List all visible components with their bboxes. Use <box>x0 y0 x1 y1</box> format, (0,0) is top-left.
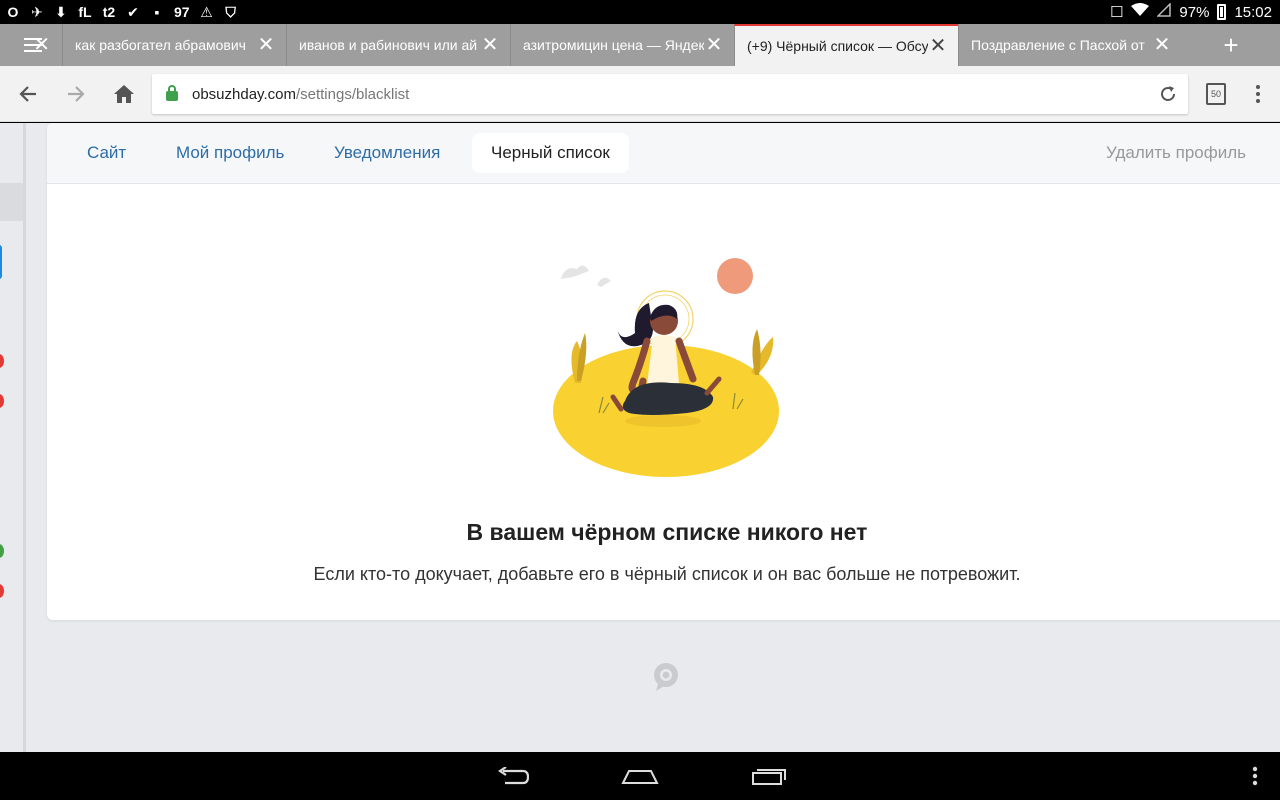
settings-card: Сайт Мой профиль Уведомления Черный спис… <box>47 123 1280 620</box>
notification-icon-7: 97 <box>174 4 190 20</box>
home-button[interactable] <box>110 80 138 108</box>
tab-switcher-area: ✕ <box>0 24 62 66</box>
tab-1[interactable]: иванов и рабинович или ай ✕ <box>286 24 510 66</box>
address-bar[interactable]: obsuzhday.com/settings/blacklist <box>152 74 1188 114</box>
loading-spinner-icon <box>654 663 678 691</box>
back-button[interactable] <box>14 80 42 108</box>
nav-home-button[interactable] <box>621 764 659 788</box>
sidebar-badge-red <box>0 354 4 368</box>
notification-icon-4: t2 <box>102 4 116 20</box>
new-tab-button[interactable]: + <box>1182 24 1280 66</box>
url-host: obsuzhday.com <box>192 85 296 103</box>
notification-icon-5: ✔ <box>127 3 139 20</box>
home-outline-icon <box>621 770 659 784</box>
home-icon <box>114 85 134 103</box>
notification-icon-8: ⚠ <box>200 3 213 20</box>
arrow-right-icon <box>68 86 85 102</box>
tab-2[interactable]: азитромицин цена — Яндекс ✕ <box>510 24 734 66</box>
sun-icon <box>717 258 753 294</box>
battery-icon <box>1217 4 1227 20</box>
notification-icon-9: ⛉ <box>225 3 236 20</box>
empty-state-title: В вашем чёрном списке никого нет <box>466 519 868 545</box>
recents-icon <box>752 769 786 785</box>
notification-icon-1: ✈ <box>31 3 43 20</box>
tab-3-active[interactable]: (+9) Чёрный список — Обсуждай ✕ <box>734 24 958 66</box>
battery-percent: 97% <box>1179 3 1210 21</box>
sidebar-badge-green <box>0 544 4 558</box>
cloud-icon <box>597 277 611 287</box>
signal-icon <box>1156 2 1172 21</box>
tab-notifications[interactable]: Уведомления <box>334 133 440 173</box>
notification-icon-0: O <box>7 4 19 20</box>
tab-4[interactable]: Поздравление с Пасхой от ✕ <box>958 24 1182 66</box>
android-navigation-bar <box>0 752 1280 800</box>
sidebar-badge-red <box>0 584 4 598</box>
arrow-left-icon <box>19 86 36 102</box>
lock-icon <box>166 85 178 101</box>
close-icon[interactable]: ✕ <box>256 35 276 55</box>
nav-recents-button[interactable] <box>751 764 787 788</box>
close-icon[interactable]: ✕ <box>480 35 500 55</box>
meditation-illustration <box>553 258 779 477</box>
left-sidebar-edge <box>0 123 26 752</box>
settings-tabs: Сайт Мой профиль Уведомления Черный спис… <box>47 123 1280 184</box>
url-path: /settings/blacklist <box>295 85 410 103</box>
notification-icon-6: ▪ <box>154 4 160 20</box>
tab-count: 50 <box>1206 83 1226 105</box>
tab-count-button[interactable]: 50 <box>1202 80 1230 108</box>
browser-toolbar: obsuzhday.com/settings/blacklist 50 <box>0 66 1280 122</box>
menu-icon[interactable] <box>24 38 42 52</box>
status-right: ☐ 97% 15:02 <box>1110 0 1272 24</box>
nav-back-button[interactable] <box>496 764 530 788</box>
delete-profile-link[interactable]: Удалить профиль <box>1106 133 1246 173</box>
notification-icon-3: fL <box>78 4 92 20</box>
plus-icon: + <box>1223 29 1239 60</box>
tab-0[interactable]: как разбогател абрамович ✕ <box>62 24 286 66</box>
web-page: Сайт Мой профиль Уведомления Черный спис… <box>0 123 1280 752</box>
tab-my-profile[interactable]: Мой профиль <box>176 133 284 173</box>
wifi-icon <box>1131 3 1150 21</box>
notification-icon-2: ⬇ <box>55 3 67 20</box>
close-icon[interactable]: ✕ <box>928 36 948 56</box>
sidebar-active-marker <box>0 245 2 279</box>
kebab-icon <box>1256 85 1260 103</box>
nav-menu-button[interactable] <box>1248 764 1262 788</box>
overflow-menu-button[interactable] <box>1244 80 1272 108</box>
notification-icons: O ✈ ⬇ fL t2 ✔ ▪ 97 ⚠ ⛉ <box>6 0 238 24</box>
sidebar-selected-item[interactable] <box>0 183 23 221</box>
sidebar-badge-red <box>0 394 4 408</box>
clock: 15:02 <box>1234 3 1272 21</box>
empty-state-text: Если кто-то докучает, добавьте его в чёр… <box>313 564 1021 584</box>
tab-blacklist[interactable]: Черный список <box>472 133 629 173</box>
tab-site[interactable]: Сайт <box>87 133 126 173</box>
reload-icon[interactable] <box>1158 84 1178 104</box>
vibrate-icon: ☐ <box>1109 4 1124 21</box>
back-arrow-icon <box>498 767 529 785</box>
tab-strip: ✕ как разбогател абрамович ✕ иванов и ра… <box>0 24 1280 66</box>
kebab-icon <box>1252 766 1258 786</box>
forward-button[interactable] <box>62 80 90 108</box>
close-icon[interactable]: ✕ <box>704 35 724 55</box>
close-icon[interactable]: ✕ <box>1152 35 1172 55</box>
android-status-bar: O ✈ ⬇ fL t2 ✔ ▪ 97 ⚠ ⛉ ☐ 97% 15:02 <box>0 0 1280 24</box>
cloud-icon <box>561 265 589 279</box>
